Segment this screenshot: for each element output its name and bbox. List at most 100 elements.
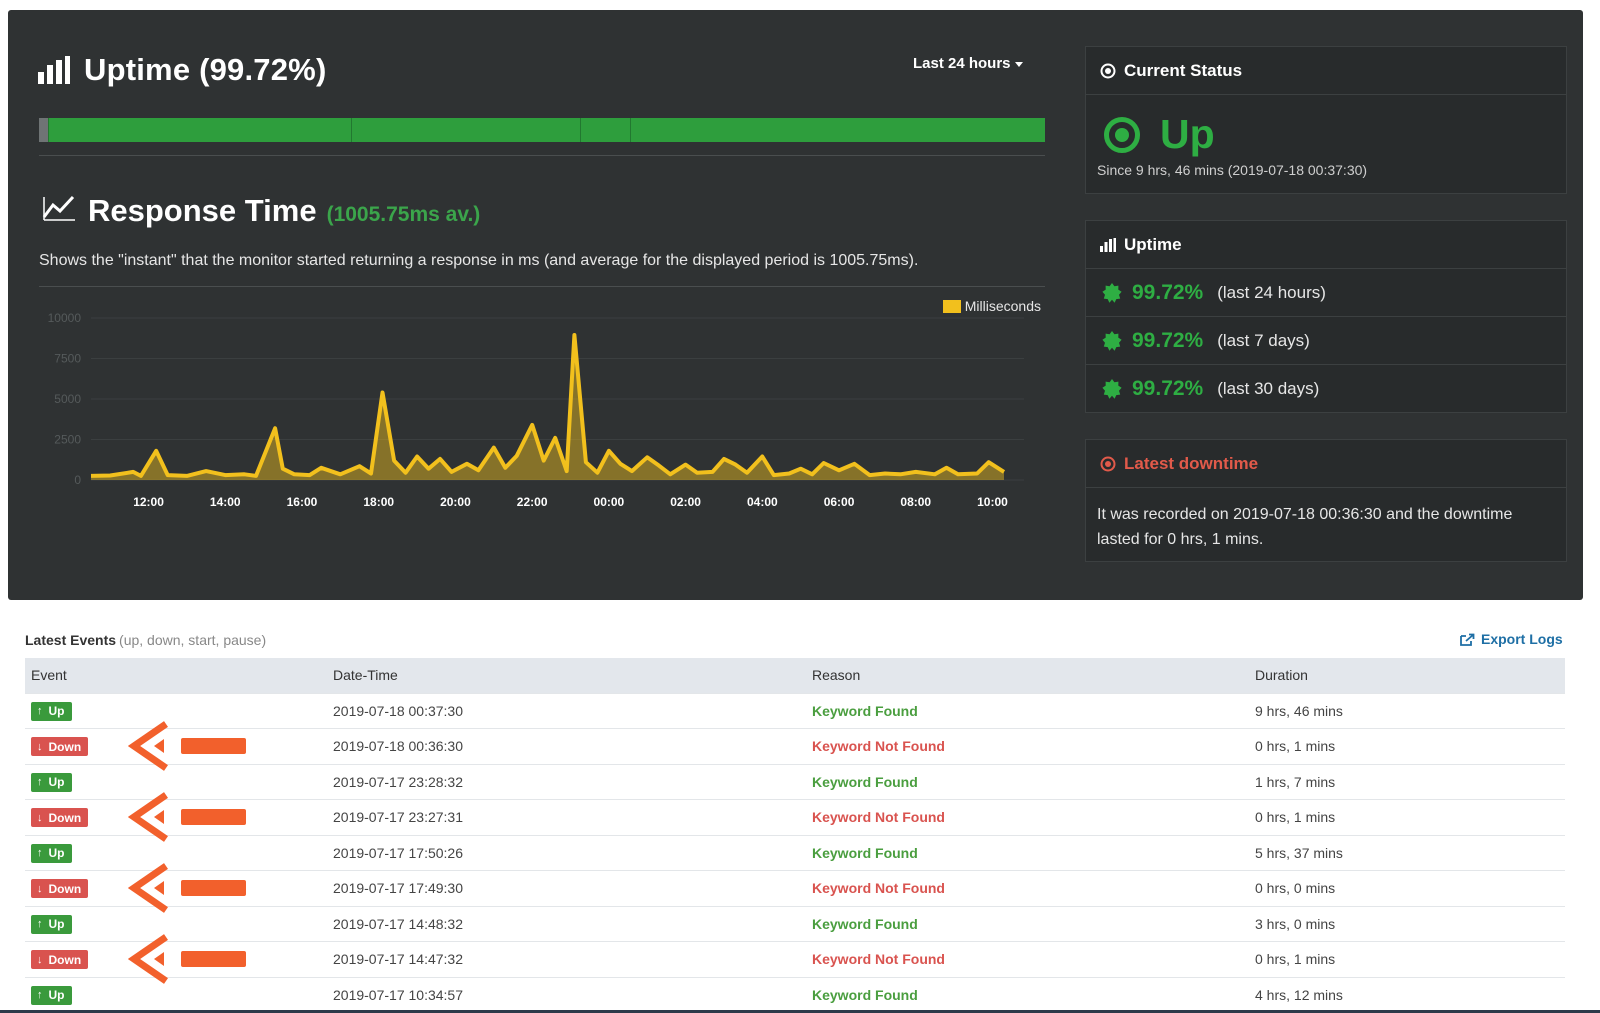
bar-chart-icon	[38, 56, 70, 84]
latest-events-subtitle: (up, down, start, pause)	[119, 632, 267, 648]
column-header-event[interactable]: Event	[25, 658, 333, 693]
event-badge: ↓ Down	[31, 950, 89, 969]
export-logs-label: Export Logs	[1481, 631, 1563, 647]
table-row: ↑ Up 2019-07-18 00:37:30 Keyword Found 9 hrs…	[25, 692, 1565, 729]
x-tick-label: 12:00	[133, 495, 164, 509]
duration-cell: 9 hrs, 46 mins	[1255, 692, 1565, 729]
y-tick-label: 0	[74, 473, 81, 487]
datetime-cell: 2019-07-17 17:50:26	[333, 834, 812, 871]
latest-events-title: Latest Events (up, down, start, pause)	[25, 632, 266, 648]
table-row: ↑ Up 2019-07-17 17:50:26 Keyword Found 5 hrs…	[25, 834, 1565, 871]
certificate-icon	[1102, 330, 1122, 351]
uptime-bar-segment-down	[39, 118, 48, 142]
latest-downtime-title: Latest downtime	[1124, 453, 1259, 473]
table-row: ↓ Down 2019-07-17 17:49:30 Keyword Not Foun…	[25, 863, 1565, 914]
uptime-row: 99.72% (last 30 days)	[1086, 365, 1566, 413]
reason-text: Keyword Not Found	[812, 951, 945, 968]
table-row: ↓ Down 2019-07-18 00:36:30 Keyword Not Foun…	[25, 721, 1565, 772]
response-time-chart-svg: 0 2500 5000 7500 10000 12:00 14:00 16:00 18:00 20…	[48, 311, 1024, 509]
response-time-header: Response Time (1005.75ms av.)	[42, 193, 480, 229]
event-label: Up	[48, 775, 65, 789]
datetime-cell: 2019-07-18 00:37:30	[333, 692, 812, 729]
uptime-bar	[39, 118, 1045, 142]
uptime-bar-segment-up	[351, 118, 580, 142]
x-tick-label: 06:00	[824, 495, 855, 509]
y-tick-label: 10000	[48, 311, 82, 325]
reason-cell: Keyword Found	[812, 834, 1255, 871]
event-label: Up	[48, 917, 65, 931]
latest-downtime-header: Latest downtime	[1086, 440, 1566, 488]
external-link-icon	[1460, 633, 1475, 646]
reason-text: Keyword Found	[812, 844, 918, 861]
event-cell: ↓ Down	[25, 792, 333, 843]
status-up-icon	[1104, 116, 1140, 153]
event-badge: ↑ Up	[31, 985, 72, 1005]
certificate-icon	[1102, 282, 1122, 303]
caret-down-icon	[1014, 61, 1023, 67]
datetime-cell: 2019-07-17 23:28:32	[333, 763, 812, 800]
x-tick-label: 18:00	[363, 495, 394, 509]
reason-text: Keyword Found	[812, 987, 918, 1003]
duration-cell: 0 hrs, 1 mins	[1255, 941, 1565, 977]
dot-circle-icon	[1100, 63, 1116, 79]
duration-cell: 0 hrs, 0 mins	[1255, 870, 1565, 906]
reason-cell: Keyword Not Found	[812, 799, 1255, 835]
x-tick-label: 14:00	[210, 495, 241, 509]
arrow-down-icon: ↓	[37, 882, 43, 895]
event-label: Down	[48, 739, 82, 754]
uptime-row: 99.72% (last 7 days)	[1086, 317, 1566, 365]
response-time-average: (1005.75ms av.)	[326, 203, 481, 226]
current-status-card: Current Status Up Since 9 hrs, 46 mins (…	[1085, 46, 1567, 194]
series-area	[91, 335, 1004, 480]
arrow-up-icon: ↑	[37, 705, 43, 717]
column-header-reason[interactable]: Reason	[812, 658, 1255, 693]
event-badge: ↓ Down	[31, 737, 89, 756]
line-chart-icon	[42, 195, 75, 221]
duration-cell: 3 hrs, 0 mins	[1255, 905, 1565, 942]
column-header-duration[interactable]: Duration	[1255, 658, 1565, 693]
uptime-bar-segment-up	[48, 118, 351, 142]
arrow-down-icon: ↓	[37, 811, 43, 824]
x-tick-label: 08:00	[900, 495, 931, 509]
event-label: Up	[48, 704, 65, 718]
event-label: Up	[48, 846, 65, 860]
x-tick-label: 10:00	[977, 495, 1008, 509]
table-row: ↓ Down 2019-07-17 23:27:31 Keyword Not Foun…	[25, 792, 1565, 843]
y-tick-label: 5000	[54, 392, 81, 406]
table-row: ↑ Up 2019-07-17 23:28:32 Keyword Found 1 hrs…	[25, 763, 1565, 800]
legend-label: Milliseconds	[964, 298, 1041, 314]
arrow-down-icon: ↓	[37, 953, 43, 966]
response-time-title: Response Time	[88, 193, 317, 228]
export-logs-link[interactable]: Export Logs	[1460, 631, 1563, 647]
uptime-title: Uptime (99.72%)	[84, 52, 327, 87]
uptime-card-title: Uptime	[1124, 234, 1182, 254]
chart-legend[interactable]: Milliseconds	[942, 298, 1041, 314]
reason-cell: Keyword Found	[812, 692, 1255, 729]
uptime-period: (last 24 hours)	[1217, 282, 1326, 302]
uptime-card: Uptime 99.72% (last 24 hours) 99.72% (la…	[1085, 220, 1567, 413]
reason-text: Keyword Not Found	[812, 880, 945, 897]
column-header-datetime[interactable]: Date-Time	[333, 658, 812, 693]
uptime-card-header: Uptime	[1086, 221, 1566, 269]
event-label: Down	[48, 952, 82, 967]
event-badge: ↑ Up	[31, 772, 72, 792]
reason-cell: Keyword Found	[812, 905, 1255, 942]
uptime-period: (last 30 days)	[1217, 379, 1320, 398]
dot-circle-icon	[1100, 456, 1116, 472]
event-cell: ↓ Down	[25, 934, 333, 985]
x-tick-label: 04:00	[747, 495, 778, 509]
time-range-dropdown[interactable]: Last 24 hours	[913, 55, 1023, 72]
bar-chart-icon	[1100, 237, 1116, 252]
response-time-chart: 0 2500 5000 7500 10000 12:00 14:00 16:00 18:00 20…	[39, 294, 1049, 534]
uptime-header: Uptime (99.72%)	[38, 52, 326, 88]
event-label: Down	[48, 810, 82, 825]
arrow-up-icon: ↑	[37, 918, 43, 930]
x-tick-label: 16:00	[287, 495, 318, 509]
datetime-cell: 2019-07-17 14:48:32	[333, 905, 812, 942]
events-table-header: Event Date-Time Reason Duration	[25, 658, 1565, 693]
reason-text: Keyword Found	[812, 702, 918, 719]
arrow-up-icon: ↑	[37, 776, 43, 788]
latest-events-label: Latest Events	[25, 632, 117, 648]
x-tick-label: 22:00	[517, 495, 548, 509]
table-row: ↑ Up 2019-07-17 10:34:57 Keyword Found 4 hrs…	[25, 976, 1565, 1013]
